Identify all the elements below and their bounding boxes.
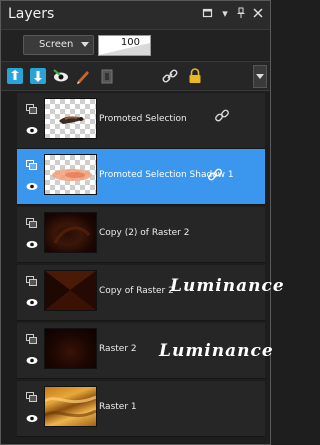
layer-group-icon[interactable]: [26, 160, 38, 170]
layer-name: Promoted Selection: [99, 114, 187, 124]
layer-group-icon[interactable]: [26, 276, 38, 286]
link-layers-icon[interactable]: [160, 66, 180, 86]
opacity-value: 100: [120, 37, 140, 48]
new-raster-layer-icon[interactable]: [5, 66, 25, 86]
layer-name: Copy (2) of Raster 2: [99, 228, 190, 238]
eye-icon[interactable]: [26, 414, 38, 423]
panel-titlebar[interactable]: Layers ▾: [1, 1, 270, 30]
layer-group-icon[interactable]: [26, 218, 38, 228]
lock-icon[interactable]: [185, 66, 205, 86]
new-vector-layer-icon[interactable]: [28, 66, 48, 86]
blend-mode-label: Luminance: [159, 341, 274, 361]
eye-icon[interactable]: [26, 298, 38, 307]
eye-icon[interactable]: [26, 126, 38, 135]
layer-row[interactable]: Copy of Raster 2 Luminance: [17, 265, 284, 321]
layers-panel: Layers ▾ Screen 100 Promoted Selection P…: [0, 0, 284, 445]
edit-layer-icon[interactable]: [74, 66, 94, 86]
layer-thumbnail: [44, 212, 97, 253]
panel-title: Layers: [8, 6, 55, 22]
layer-toolbar: [1, 61, 270, 91]
layer-name: Copy of Raster 2: [99, 286, 174, 296]
layer-row-selected[interactable]: Promoted Selection Shadow 1: [17, 149, 265, 205]
opacity-slider[interactable]: 100: [98, 35, 151, 56]
layer-thumbnail: [44, 98, 97, 139]
toolbar-overflow-button[interactable]: [253, 65, 267, 88]
layer-group-icon[interactable]: [26, 392, 38, 402]
layer-row[interactable]: Raster 1: [17, 381, 265, 437]
layer-list: Promoted Selection Promoted Selection Sh…: [1, 91, 284, 444]
visibility-toggle-icon[interactable]: [51, 66, 71, 86]
close-icon[interactable]: [251, 7, 265, 21]
blend-mode-value: Screen: [39, 39, 74, 50]
layer-thumbnail: [44, 270, 97, 311]
layer-row[interactable]: Promoted Selection: [17, 93, 265, 149]
link-icon: [208, 168, 222, 181]
layer-name: Raster 2: [99, 344, 137, 354]
layer-group-icon[interactable]: [26, 104, 38, 114]
pin-icon[interactable]: [234, 7, 248, 21]
eye-icon[interactable]: [26, 240, 38, 249]
eye-icon[interactable]: [26, 182, 38, 191]
maximize-icon[interactable]: [201, 7, 215, 21]
layer-thumbnail: [44, 154, 97, 195]
layer-mask-icon[interactable]: [97, 66, 117, 86]
layer-group-icon[interactable]: [26, 334, 38, 344]
blend-mode-label: Luminance: [170, 276, 285, 296]
layer-row[interactable]: Raster 2 Luminance: [17, 323, 273, 379]
eye-icon[interactable]: [26, 356, 38, 365]
menu-dropdown-icon[interactable]: ▾: [218, 7, 232, 21]
layer-row[interactable]: Copy (2) of Raster 2: [17, 207, 265, 263]
layer-name: Raster 1: [99, 402, 137, 412]
layer-thumbnail: [44, 328, 97, 369]
link-icon: [215, 109, 229, 122]
layer-thumbnail: [44, 386, 97, 427]
chevron-down-icon: [81, 42, 89, 47]
blend-mode-dropdown[interactable]: Screen: [23, 35, 94, 55]
